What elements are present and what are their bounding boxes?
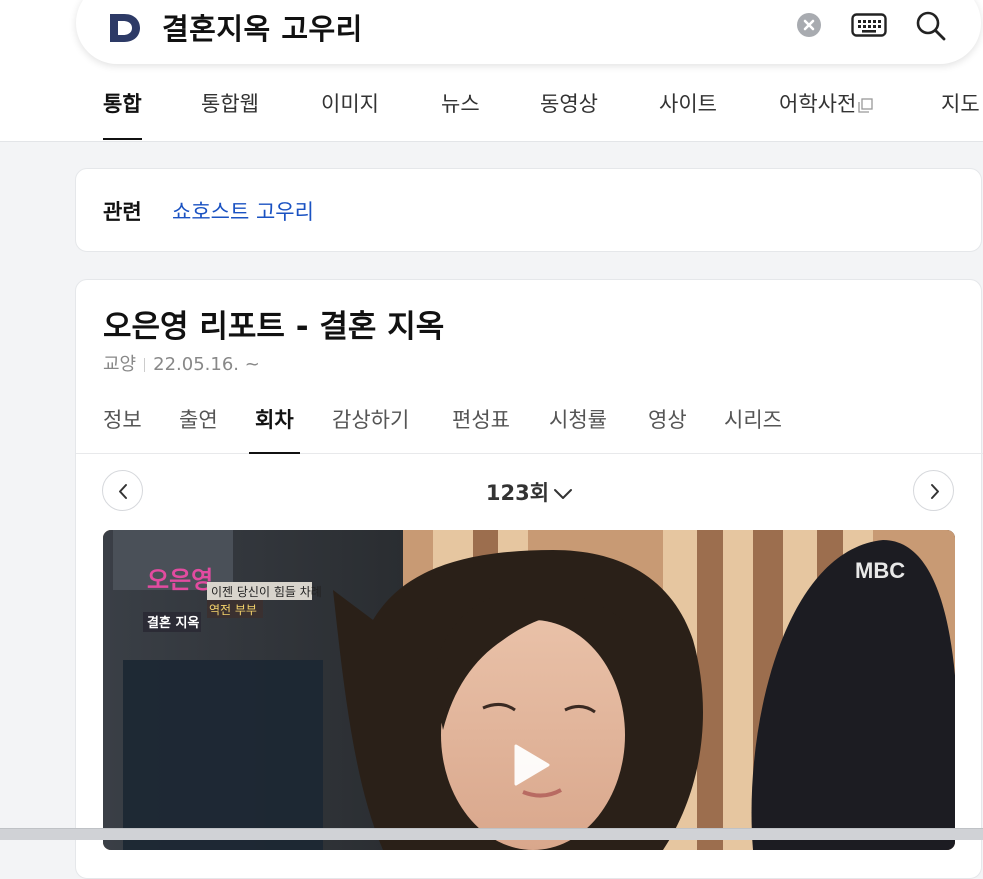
program-tabs: 정보 출연 회차 감상하기 편성표 시청률 영상 시리즈	[76, 392, 983, 454]
program-date: 22.05.16. ~	[153, 354, 260, 375]
horizontal-scrollbar[interactable]	[0, 828, 983, 840]
caption-line-1: 이젠 당신이 힘들 차례	[211, 585, 322, 599]
search-header: 결혼지옥 고우리 통합 통합웹 이미지 뉴스 동영상 사이트 어학사전 지도	[0, 0, 983, 142]
tab-episodes[interactable]: 회차	[249, 404, 300, 454]
related-link[interactable]: 쇼호스트 고우리	[172, 196, 314, 226]
episode-selector[interactable]: 123회	[76, 477, 983, 507]
tab-integrated-web[interactable]: 통합웹	[201, 88, 259, 140]
episode-nav: 123회	[76, 454, 983, 528]
mbc-logo: MBC	[855, 558, 905, 583]
tab-ratings[interactable]: 시청률	[549, 404, 607, 454]
program-card: 오은영 리포트 - 결혼 지옥 교양 22.05.16. ~ 정보 출연 회차 감…	[75, 279, 983, 879]
next-episode-button[interactable]	[913, 470, 954, 511]
tab-map[interactable]: 지도	[941, 88, 980, 140]
program-title[interactable]: 오은영 리포트 - 결혼 지옥	[103, 301, 444, 346]
tab-dictionary[interactable]: 어학사전	[779, 88, 873, 140]
tab-images[interactable]: 이미지	[321, 88, 379, 140]
search-icon[interactable]	[915, 10, 947, 42]
chevron-right-icon	[931, 484, 939, 499]
tab-series[interactable]: 시리즈	[724, 404, 782, 454]
caption-line-3: 결혼 지옥	[147, 615, 199, 631]
program-genre: 교양	[103, 354, 137, 375]
daum-logo[interactable]	[108, 12, 142, 44]
chevron-down-icon	[554, 489, 573, 499]
program-meta: 교양 22.05.16. ~	[103, 350, 260, 376]
tab-clips[interactable]: 영상	[648, 404, 687, 454]
tab-schedule[interactable]: 편성표	[452, 404, 510, 454]
tab-info[interactable]: 정보	[103, 404, 142, 454]
tab-cast[interactable]: 출연	[179, 404, 218, 454]
play-icon[interactable]	[504, 740, 554, 790]
video-frame: MBC 오은영 이젠 당신이 힘들 차례 역전 부부 결혼 지옥	[103, 530, 955, 850]
tab-sites[interactable]: 사이트	[659, 88, 717, 140]
show-logo-text: 오은영	[147, 566, 213, 594]
clear-icon[interactable]	[797, 13, 821, 37]
search-input[interactable]: 결혼지옥 고우리	[162, 6, 363, 48]
keyboard-icon[interactable]	[851, 13, 887, 37]
related-card: 관련 쇼호스트 고우리	[75, 168, 982, 252]
tab-watch[interactable]: 감상하기	[332, 404, 409, 454]
related-label: 관련	[103, 200, 142, 224]
external-window-icon	[858, 97, 873, 113]
episode-label: 123회	[485, 481, 550, 505]
search-tabs: 통합 통합웹 이미지 뉴스 동영상 사이트 어학사전 지도	[0, 88, 983, 142]
tab-videos[interactable]: 동영상	[540, 88, 598, 140]
tab-news[interactable]: 뉴스	[441, 88, 480, 140]
video-thumbnail[interactable]: MBC 오은영 이젠 당신이 힘들 차례 역전 부부 결혼 지옥	[103, 530, 955, 850]
caption-line-2: 역전 부부	[209, 603, 257, 617]
meta-divider	[144, 358, 146, 372]
tab-integrated[interactable]: 통합	[103, 88, 142, 140]
